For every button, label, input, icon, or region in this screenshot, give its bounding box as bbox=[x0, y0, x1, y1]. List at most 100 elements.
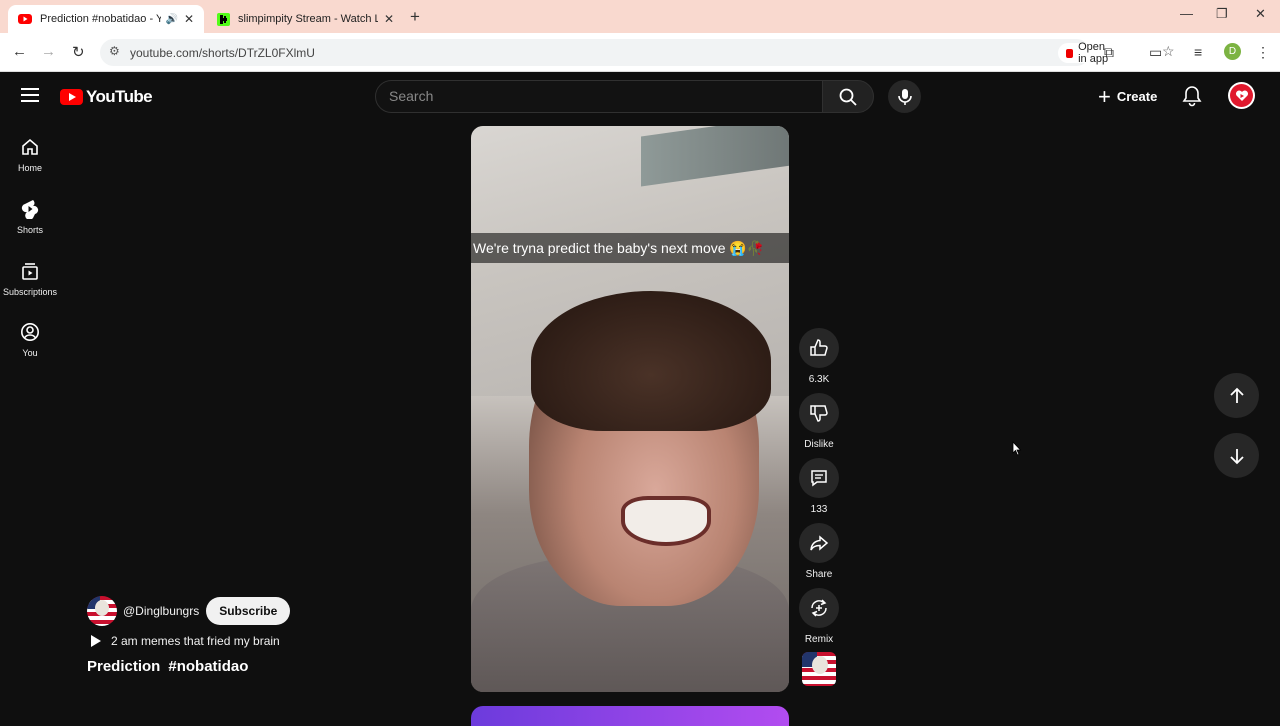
short-video-player[interactable]: We're tryna predict the baby's next move… bbox=[471, 126, 789, 692]
avatar-heart-icon bbox=[1230, 84, 1253, 107]
channel-handle[interactable]: @Dinglbungrs bbox=[123, 604, 199, 618]
share-button[interactable]: Share bbox=[798, 523, 840, 580]
comments-circle[interactable] bbox=[799, 458, 839, 498]
home-icon bbox=[22, 138, 38, 155]
remix-icon bbox=[811, 599, 827, 617]
restore-icon[interactable]: ❐ bbox=[1216, 6, 1228, 22]
mouse-cursor-icon bbox=[1012, 441, 1022, 456]
guide-label: Subscriptions bbox=[2, 287, 58, 297]
extensions-icon[interactable]: ⧉ bbox=[1104, 44, 1114, 61]
shorts-icon bbox=[21, 200, 39, 219]
hamburger-menu-icon[interactable] bbox=[21, 88, 39, 102]
remix-circle[interactable] bbox=[799, 588, 839, 628]
close-tab-icon[interactable]: ✕ bbox=[384, 12, 394, 26]
video-caption: We're tryna predict the baby's next move… bbox=[471, 233, 789, 263]
video-frame-mouth bbox=[621, 496, 711, 546]
remix-label: Remix bbox=[804, 634, 834, 645]
bookmark-star-icon[interactable]: ☆ bbox=[1162, 43, 1175, 60]
profile-avatar[interactable]: D bbox=[1224, 43, 1241, 60]
dislike-button[interactable]: Dislike bbox=[798, 393, 840, 450]
microphone-icon bbox=[897, 88, 912, 105]
like-button[interactable]: 6.3K bbox=[798, 328, 840, 385]
share-icon bbox=[810, 535, 829, 551]
channel-row: @Dinglbungrs Subscribe bbox=[87, 596, 291, 626]
address-bar[interactable]: ⚙ youtube.com/shorts/DTrZL0FXlmU Open in… bbox=[100, 39, 1175, 66]
new-tab-icon[interactable]: + bbox=[410, 7, 420, 27]
thumbnail-figure bbox=[812, 656, 828, 674]
guide-label: Shorts bbox=[16, 225, 43, 235]
create-label: Create bbox=[1116, 89, 1158, 104]
previous-short-button[interactable] bbox=[1214, 373, 1259, 418]
remix-button[interactable]: Remix bbox=[798, 588, 840, 645]
next-short-preview[interactable] bbox=[471, 706, 789, 726]
play-icon bbox=[91, 635, 101, 647]
close-window-icon[interactable]: ✕ bbox=[1255, 6, 1266, 22]
guide-label: Home bbox=[17, 163, 42, 173]
like-count: 6.3K bbox=[808, 374, 830, 385]
reload-icon[interactable]: ↻ bbox=[72, 43, 85, 61]
hashtag-link[interactable]: #nobatidao bbox=[168, 658, 248, 675]
guide-you[interactable]: You bbox=[0, 322, 60, 358]
youtube-play-icon bbox=[60, 89, 83, 105]
notifications-bell-icon[interactable] bbox=[1182, 85, 1202, 112]
subscribe-button[interactable]: Subscribe bbox=[206, 597, 291, 625]
tab-youtube[interactable]: Prediction #nobatidao - You 🔊 ✕ bbox=[8, 5, 204, 33]
search-icon bbox=[839, 88, 857, 106]
share-label: Share bbox=[805, 569, 833, 580]
playlist-title[interactable]: 2 am memes that fried my brain bbox=[111, 634, 280, 648]
site-info-icon[interactable]: ⚙ bbox=[109, 44, 120, 58]
dislike-circle[interactable] bbox=[799, 393, 839, 433]
subscriptions-icon bbox=[22, 263, 38, 280]
thumbs-up-icon bbox=[810, 339, 828, 356]
playlist-row[interactable]: 2 am memes that fried my brain bbox=[87, 634, 290, 648]
account-avatar[interactable] bbox=[1228, 82, 1255, 109]
media-controls-icon[interactable]: ≡ bbox=[1194, 44, 1202, 60]
short-metadata: @Dinglbungrs Subscribe 2 am memes that f… bbox=[87, 596, 291, 675]
tab-title: Prediction #nobatidao - You bbox=[40, 13, 162, 25]
next-short-button[interactable] bbox=[1214, 433, 1259, 478]
forward-icon[interactable]: → bbox=[41, 43, 56, 60]
like-circle[interactable] bbox=[799, 328, 839, 368]
tab-title: slimpimpity Stream - Watch Liv bbox=[238, 13, 378, 25]
search-input[interactable] bbox=[389, 88, 789, 104]
channel-avatar[interactable] bbox=[87, 596, 117, 626]
browser-toolbar: ← → ↻ ⚙ youtube.com/shorts/DTrZL0FXlmU O… bbox=[0, 33, 1280, 72]
arrow-up-icon bbox=[1229, 387, 1244, 403]
short-title: Prediction #nobatidao bbox=[87, 658, 290, 675]
voice-search-button[interactable] bbox=[888, 80, 921, 113]
youtube-header: YouTube + Create bbox=[0, 73, 1280, 119]
avatar-figure bbox=[95, 600, 109, 616]
url-text[interactable]: youtube.com/shorts/DTrZL0FXlmU bbox=[130, 46, 315, 60]
minimize-icon[interactable]: — bbox=[1180, 6, 1193, 21]
more-menu-icon[interactable]: ⋮ bbox=[1256, 44, 1270, 61]
dislike-label: Dislike bbox=[804, 439, 834, 450]
cast-icon[interactable]: ▭ bbox=[1149, 44, 1162, 61]
comments-button[interactable]: 133 bbox=[798, 458, 840, 515]
guide-shorts[interactable]: Shorts bbox=[0, 199, 60, 235]
plus-icon: + bbox=[1098, 83, 1111, 109]
video-frame-hair bbox=[531, 291, 771, 431]
comment-count: 133 bbox=[810, 504, 828, 515]
thumbs-down-icon bbox=[810, 405, 828, 422]
tab-kick[interactable]: slimpimpity Stream - Watch Liv ✕ bbox=[206, 5, 404, 33]
search-box[interactable] bbox=[375, 80, 823, 113]
arrow-down-icon bbox=[1229, 448, 1244, 464]
browser-tab-bar: Prediction #nobatidao - You 🔊 ✕ slimpimp… bbox=[0, 0, 1280, 33]
close-tab-icon[interactable]: ✕ bbox=[184, 12, 194, 26]
title-word: Prediction bbox=[87, 658, 161, 675]
guide-label: You bbox=[22, 348, 38, 358]
speaker-icon[interactable]: 🔊 bbox=[165, 14, 177, 25]
guide-subscriptions[interactable]: Subscriptions bbox=[0, 261, 60, 297]
back-icon[interactable]: ← bbox=[12, 43, 27, 60]
youtube-favicon-icon bbox=[18, 12, 32, 26]
create-button[interactable]: + Create bbox=[1092, 80, 1169, 113]
sound-channel-thumbnail[interactable] bbox=[802, 652, 836, 686]
youtube-icon bbox=[1066, 48, 1074, 58]
comment-icon bbox=[811, 470, 827, 487]
kick-favicon-icon bbox=[216, 12, 230, 26]
logo-text: YouTube bbox=[86, 87, 153, 106]
share-circle[interactable] bbox=[799, 523, 839, 563]
guide-home[interactable]: Home bbox=[0, 137, 60, 173]
youtube-logo[interactable]: YouTube bbox=[60, 87, 153, 107]
search-button[interactable] bbox=[822, 80, 874, 113]
